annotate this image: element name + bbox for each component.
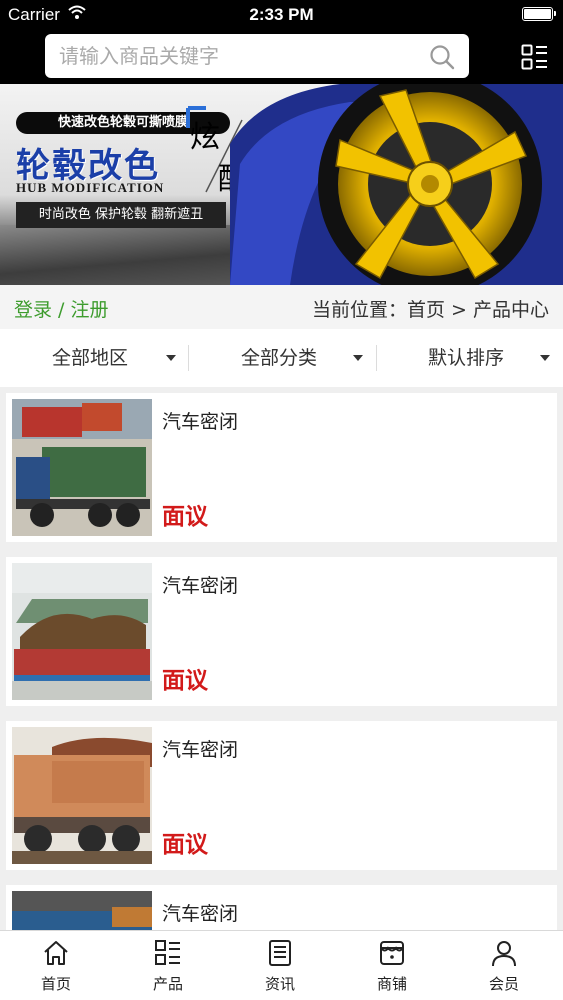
search-input[interactable] [59, 34, 419, 78]
auth-links: 登录 / 注册 [14, 295, 109, 322]
filter-divider [188, 345, 189, 371]
search-icon[interactable] [429, 44, 455, 70]
caret-down-icon [166, 355, 176, 361]
filter-category[interactable]: 全部分类 [241, 329, 381, 387]
tab-products-label: 产品 [152, 975, 183, 993]
product-name[interactable]: 汽车密闭 [162, 407, 238, 434]
tab-home[interactable]: 首页 [0, 931, 112, 1000]
caret-down-icon [353, 355, 363, 361]
banner-cool-1: 炫 [190, 120, 220, 155]
bottom-tab-bar: 首页 产品 资讯 商铺 会员 [0, 930, 563, 1000]
tab-home-label: 首页 [40, 975, 71, 993]
menu-icon[interactable] [521, 44, 548, 71]
caret-down-icon [540, 355, 550, 361]
product-name[interactable]: 汽车密闭 [162, 899, 238, 926]
tab-news-label: 资讯 [264, 975, 295, 993]
login-link[interactable]: 登录 [14, 299, 52, 321]
product-card[interactable]: 汽车密闭 面议 [6, 393, 557, 542]
home-icon [44, 941, 68, 965]
battery-icon [522, 7, 556, 21]
banner-wheel-image [230, 84, 563, 285]
product-name[interactable]: 汽车密闭 [162, 571, 238, 598]
app-header [0, 28, 563, 84]
tab-products[interactable]: 产品 [112, 931, 224, 1000]
filter-category-label: 全部分类 [241, 347, 318, 369]
filter-region[interactable]: 全部地区 [52, 329, 192, 387]
product-thumbnail[interactable] [12, 563, 152, 700]
product-thumbnail[interactable] [12, 727, 152, 864]
filter-divider [376, 345, 377, 371]
filter-bar: 全部地区 全部分类 默认排序 [0, 329, 563, 387]
breadcrumb: 当前位置：首页 > 产品中心 [312, 299, 549, 321]
clock: 2:33 PM [249, 5, 314, 24]
tab-member-label: 会员 [488, 975, 519, 993]
banner-subtitle-en: HUB MODIFICATION [16, 180, 165, 195]
status-bar: Carrier 2:33 PM [0, 0, 563, 28]
product-thumbnail[interactable] [12, 399, 152, 536]
tab-news[interactable]: 资讯 [224, 931, 336, 1000]
promo-banner[interactable]: 快速改色轮毂可撕喷膜 轮毂改色 HUB MODIFICATION 时尚改色 保护… [0, 84, 563, 285]
filter-sort-label: 默认排序 [428, 347, 505, 369]
banner-slogan: 时尚改色 保护轮毂 翻新遮丑 [16, 202, 226, 228]
filter-sort[interactable]: 默认排序 [428, 329, 560, 387]
search-box [45, 34, 469, 78]
tab-store-label: 商铺 [376, 975, 407, 993]
user-icon [492, 941, 516, 967]
product-price: 面议 [162, 668, 208, 694]
document-icon [269, 940, 291, 966]
register-link[interactable]: 注册 [71, 299, 109, 321]
product-card[interactable]: 汽车密闭 面议 [6, 721, 557, 870]
product-name[interactable]: 汽车密闭 [162, 735, 238, 762]
auth-separator: / [52, 299, 71, 321]
tab-member[interactable]: 会员 [448, 931, 560, 1000]
store-icon [380, 941, 404, 965]
breadcrumb-bar: 登录 / 注册 当前位置：首页 > 产品中心 [0, 285, 563, 329]
product-price: 面议 [162, 504, 208, 530]
product-price: 面议 [162, 832, 208, 858]
filter-region-label: 全部地区 [52, 347, 129, 369]
product-card[interactable]: 汽车密闭 面议 [6, 557, 557, 706]
tab-store[interactable]: 商铺 [336, 931, 448, 1000]
grid-list-icon [155, 940, 180, 965]
